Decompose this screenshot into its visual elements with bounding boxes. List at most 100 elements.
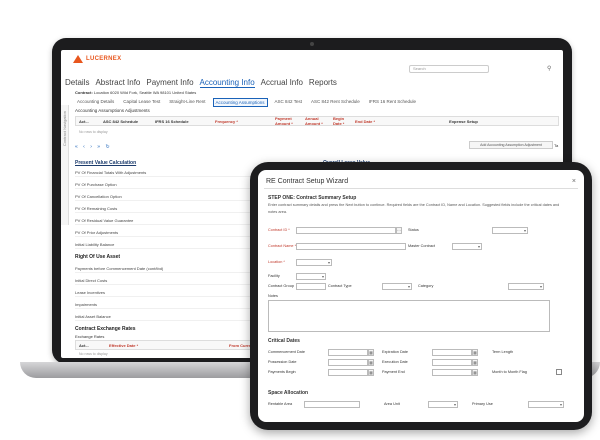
notes-textarea[interactable]	[268, 300, 550, 332]
pv-label: Initial Liability Balance	[75, 242, 115, 247]
contract-type-select[interactable]: ▾	[382, 283, 412, 290]
step-description: Enter contract summary details and press…	[268, 203, 560, 214]
possession-field[interactable]	[328, 359, 368, 366]
contract-group-field[interactable]	[296, 283, 326, 290]
pv-title: Present Value Calculation	[75, 160, 137, 166]
payments-begin-field[interactable]	[328, 369, 368, 376]
expiration-label: Expiration Date	[382, 350, 408, 354]
calendar-icon[interactable]: ▦	[368, 359, 374, 366]
calendar-icon[interactable]: ▦	[472, 349, 478, 356]
month-to-month-checkbox[interactable]	[556, 369, 562, 375]
expiration-field[interactable]	[432, 349, 472, 356]
contract-id-label: Contract ID *	[268, 228, 290, 232]
primary-use-label: Primary Use	[472, 402, 493, 406]
add-adjustment-button[interactable]: Add Accounting Assumption Adjustment	[469, 141, 553, 149]
category-label: Category	[418, 284, 434, 288]
search-input[interactable]: Search	[409, 65, 489, 73]
adjustments-grid-header: Act... ASC 842 Schedule IFRS 16 Schedule…	[75, 116, 559, 126]
contract-line: Contract: Location 6020 Wild Fork, Seatt…	[75, 90, 196, 95]
col-action[interactable]: Act...	[76, 119, 100, 124]
execution-field[interactable]	[432, 359, 472, 366]
close-icon[interactable]: ×	[572, 178, 576, 185]
area-unit-select[interactable]: ▾	[428, 401, 458, 408]
primary-use-select[interactable]: ▾	[528, 401, 564, 408]
space-allocation-title: Space Allocation	[268, 390, 309, 396]
contract-name-label: Contract Name *	[268, 244, 297, 248]
area-unit-label: Area Unit	[384, 402, 400, 406]
rou-label: Impairments	[75, 302, 98, 307]
rentable-area-field[interactable]	[304, 401, 360, 408]
contract-name-field[interactable]	[296, 243, 406, 250]
rate-empty-message: No rows to display	[79, 352, 108, 356]
master-contract-label: Master Contract	[408, 244, 436, 248]
execution-label: Execution Date	[382, 360, 408, 364]
camera	[310, 42, 314, 46]
subtab-asc842-test[interactable]: ASC 842 Test	[273, 98, 304, 107]
payment-end-label: Payment End	[382, 370, 405, 374]
sub-tabs: Accounting Details Capital Lease Test St…	[75, 98, 418, 107]
master-contract-select[interactable]: ▾	[452, 243, 482, 250]
col-action[interactable]: Act...	[76, 343, 106, 348]
tab-accrual-info[interactable]: Accrual Info	[261, 78, 303, 88]
col-annual-amount[interactable]: Annual Amount *	[302, 116, 330, 126]
subtab-accounting-details[interactable]: Accounting Details	[75, 98, 116, 107]
col-expense-setup[interactable]: Expense Setup	[402, 119, 522, 124]
extra-button[interactable]: Ta	[554, 143, 558, 148]
lookup-icon[interactable]: ⋯	[396, 227, 402, 234]
calendar-icon[interactable]: ▦	[368, 369, 374, 376]
col-end-date[interactable]: End Date *	[352, 119, 402, 124]
term-length-label: Term Length	[492, 350, 514, 354]
col-begin-date[interactable]: Begin Date *	[330, 116, 352, 126]
location-select[interactable]: ▾	[296, 259, 332, 266]
rou-label: Lease Incentives	[75, 290, 106, 295]
logo-text: LUCERNEX	[86, 56, 122, 62]
calendar-icon[interactable]: ▦	[472, 369, 478, 376]
month-to-month-label: Month to Month Flag	[492, 370, 527, 374]
contract-group-label: Contract Group	[268, 284, 294, 288]
grid-empty-message: No rows to display	[79, 130, 108, 134]
section-title: Accounting Assumptions Adjustments	[75, 108, 150, 113]
col-asc842[interactable]: ASC 842 Schedule	[100, 119, 152, 124]
col-frequency[interactable]: Frequency *	[212, 119, 272, 124]
subtab-accounting-assumptions[interactable]: Accounting Assumptions	[212, 98, 268, 107]
status-select[interactable]: ▾	[492, 227, 528, 234]
divider	[264, 188, 578, 189]
facility-select[interactable]: ▾	[296, 273, 326, 280]
subtab-capital-lease-test[interactable]: Capital Lease Test	[121, 98, 162, 107]
tab-reports[interactable]: Reports	[309, 78, 337, 88]
commencement-field[interactable]	[328, 349, 368, 356]
col-ifrs16[interactable]: IFRS 16 Schedule	[152, 119, 212, 124]
status-label: Status	[408, 228, 419, 232]
contract-id-field[interactable]	[296, 227, 396, 234]
contract-type-label: Contract Type	[328, 284, 352, 288]
calendar-icon[interactable]: ▦	[472, 359, 478, 366]
category-select[interactable]: ▾	[508, 283, 544, 290]
tab-abstract-info[interactable]: Abstract Info	[95, 78, 140, 88]
rou-label: Initial Asset Balance	[75, 314, 111, 319]
tablet-screen: RE Contract Setup Wizard × STEP ONE: Con…	[258, 170, 584, 422]
app-logo[interactable]: LUCERNEX	[73, 55, 121, 63]
calendar-icon[interactable]: ▦	[368, 349, 374, 356]
search-icon[interactable]: ⚲	[547, 65, 551, 72]
side-nav[interactable]: Contract Navigation	[61, 105, 69, 225]
step-title: STEP ONE: Contract Summary Setup	[268, 195, 357, 201]
col-payment-amount[interactable]: Payment Amount *	[272, 116, 302, 126]
tab-accounting-info[interactable]: Accounting Info	[199, 78, 255, 88]
rou-title: Right Of Use Asset	[75, 254, 121, 260]
rou-label: Payments before Commencement Date (cont/…	[75, 266, 164, 271]
payment-end-field[interactable]	[432, 369, 472, 376]
tab-payment-info[interactable]: Payment Info	[146, 78, 193, 88]
commencement-label: Commencement Date	[268, 350, 305, 354]
grid-pager[interactable]: « ‹ › » ↻	[75, 144, 112, 150]
tablet: RE Contract Setup Wizard × STEP ONE: Con…	[250, 162, 592, 430]
pv-label: PV Of Purchase Option	[75, 182, 117, 187]
notes-label: Notes	[268, 294, 278, 298]
subtab-ifrs16-rent-schedule[interactable]: IFRS 16 Rent Schedule	[367, 98, 418, 107]
tab-details[interactable]: Details	[65, 78, 89, 88]
col-effective-date[interactable]: Effective Date *	[106, 343, 226, 348]
subtab-straight-line-rent[interactable]: Straight-Line Rent	[167, 98, 207, 107]
exchange-rates-label: Exchange Rates	[75, 334, 105, 339]
side-nav-label: Contract Navigation	[62, 111, 67, 147]
location-label: Location *	[268, 260, 285, 264]
subtab-asc842-rent-schedule[interactable]: ASC 842 Rent Schedule	[309, 98, 362, 107]
